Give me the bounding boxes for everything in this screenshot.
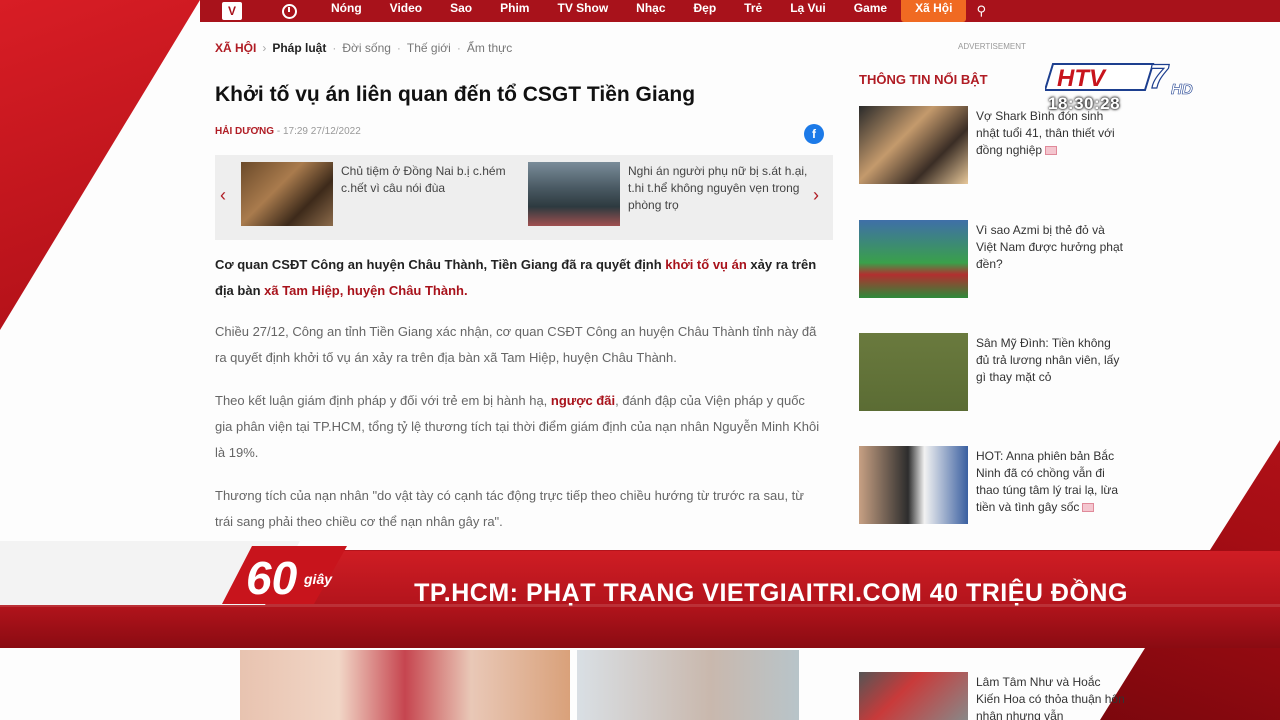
- related-thumbnail[interactable]: [528, 162, 620, 226]
- breadcrumb-other[interactable]: Thế giới: [407, 41, 451, 55]
- article-paragraph: Thương tích của nạn nhân "do vật tày có …: [215, 488, 804, 529]
- broadcast-clock: 18:30:28: [1048, 94, 1121, 113]
- show-logo-number: 60: [246, 552, 298, 604]
- htv7-channel-logo: HTV 7 HD: [1045, 60, 1193, 98]
- article-image-blurred: [240, 650, 570, 720]
- nav-item[interactable]: Phim: [486, 0, 543, 22]
- sidebar-item[interactable]: Vì sao Azmi bị thẻ đỏ và Việt Nam được h…: [859, 220, 1129, 300]
- sidebar-thumbnail[interactable]: [859, 220, 968, 298]
- facebook-share-icon[interactable]: f: [804, 124, 824, 144]
- search-icon[interactable]: ⚲: [976, 3, 986, 19]
- article-paragraph: Chiều 27/12, Công an tỉnh Tiền Giang xác…: [215, 324, 817, 365]
- sidebar-item[interactable]: Sân Mỹ Đình: Tiền không đủ trả lương nhâ…: [859, 333, 1129, 413]
- nav-item[interactable]: Trẻ: [730, 0, 776, 22]
- lead-text: Cơ quan CSĐT Công an huyện Châu Thành, T…: [215, 257, 666, 272]
- nav-item[interactable]: Nóng: [317, 0, 376, 22]
- nav-item[interactable]: Lạ Vui: [776, 0, 840, 22]
- sidebar-item-title[interactable]: Vì sao Azmi bị thẻ đỏ và Việt Nam được h…: [976, 222, 1126, 273]
- sidebar-heading: THÔNG TIN NỔI BẬT: [859, 72, 988, 87]
- article-image-blurred: [577, 650, 799, 720]
- sidebar-thumbnail[interactable]: [859, 106, 968, 184]
- chevron-right-icon: ›: [262, 41, 267, 55]
- nav-item[interactable]: Đẹp: [680, 0, 731, 22]
- sidebar-item[interactable]: Lâm Tâm Như và Hoắc Kiến Hoa có thỏa thu…: [859, 672, 1129, 720]
- nav-item[interactable]: Video: [376, 0, 436, 22]
- sidebar-thumbnail[interactable]: [859, 446, 968, 524]
- site-logo[interactable]: V: [222, 2, 242, 20]
- sidebar-thumbnail[interactable]: [859, 672, 968, 720]
- clock-icon[interactable]: [282, 3, 297, 19]
- article-meta: HẢI DƯƠNG - 17:29 27/12/2022: [215, 126, 361, 137]
- advertisement-label: ADVERTISEMENT: [958, 42, 1026, 51]
- channel-name: HTV: [1057, 65, 1107, 92]
- sidebar-item-text[interactable]: HOT: Anna phiên bản Bắc Ninh đã có chồng…: [976, 449, 1118, 514]
- sidebar-item-title[interactable]: Sân Mỹ Đình: Tiền không đủ trả lương nhâ…: [976, 335, 1126, 386]
- sidebar-item[interactable]: Vợ Shark Bình đón sinh nhật tuổi 41, thâ…: [859, 106, 1129, 186]
- paragraph-link[interactable]: ngược đãi: [551, 393, 615, 408]
- lead-link[interactable]: xã Tam Hiệp, huyện Châu Thành.: [264, 283, 467, 298]
- breadcrumb-other[interactable]: Đời sống: [342, 41, 391, 55]
- carousel-prev-icon[interactable]: ‹: [220, 185, 226, 206]
- article-title: Khởi tố vụ án liên quan đến tổ CSGT Tiền…: [215, 83, 696, 106]
- carousel-next-icon[interactable]: ›: [813, 185, 819, 206]
- related-title[interactable]: Nghi án người phụ nữ bị s.át h.ại, t.hi …: [628, 163, 808, 214]
- lead-link[interactable]: khởi tố vụ án: [665, 257, 746, 272]
- breadcrumb-dot: ·: [332, 41, 337, 55]
- top-navigation: V Nóng Video Sao Phim TV Show Nhạc Đẹp Trẻ Lạ Vu…: [200, 0, 1280, 22]
- article-lead: Cơ quan CSĐT Công an huyện Châu Thành, T…: [215, 252, 825, 304]
- nav-item[interactable]: Game: [840, 0, 901, 22]
- breadcrumb-dot: ·: [396, 41, 401, 55]
- ticker-headline: TP.HCM: PHẠT TRANG VIETGIAITRI.COM 40 TR…: [414, 579, 1128, 607]
- article-datetime: 17:29 27/12/2022: [282, 126, 361, 137]
- nav-item[interactable]: TV Show: [543, 0, 622, 22]
- breadcrumb-category[interactable]: XÃ HỘI: [215, 41, 256, 55]
- sidebar-item-title[interactable]: Lâm Tâm Như và Hoắc Kiến Hoa có thỏa thu…: [976, 674, 1126, 720]
- author-name[interactable]: HẢI DƯƠNG: [215, 126, 274, 137]
- sidebar-item-title[interactable]: Vợ Shark Bình đón sinh nhật tuổi 41, thâ…: [976, 108, 1126, 159]
- paragraph-text: Theo kết luận giám định pháp y đối với t…: [215, 393, 551, 408]
- nav-menu: Nóng Video Sao Phim TV Show Nhạc Đẹp Trẻ Lạ Vui G…: [317, 0, 967, 22]
- sidebar-thumbnail[interactable]: [859, 333, 968, 411]
- sidebar-item[interactable]: HOT: Anna phiên bản Bắc Ninh đã có chồng…: [859, 446, 1129, 526]
- breadcrumb-other[interactable]: Ẩm thực: [467, 41, 512, 55]
- sidebar-item-title[interactable]: HOT: Anna phiên bản Bắc Ninh đã có chồng…: [976, 448, 1126, 516]
- photo-icon: [1082, 503, 1095, 513]
- related-title[interactable]: Chủ tiệm ở Đồng Nai b.ị c.hém c.hết vì c…: [341, 163, 521, 197]
- hd-badge: HD: [1171, 81, 1193, 98]
- article-paragraph: Theo kết luận giám định pháp y đối với t…: [215, 388, 825, 466]
- related-thumbnail[interactable]: [241, 162, 333, 226]
- nav-item[interactable]: Nhạc: [622, 0, 679, 22]
- breadcrumb-dot: ·: [456, 41, 461, 55]
- related-carousel: ‹ Chủ tiệm ở Đồng Nai b.ị c.hém c.hết vì…: [215, 155, 833, 240]
- photo-icon: [1045, 146, 1058, 156]
- channel-number: 7: [1149, 60, 1170, 96]
- nav-item[interactable]: Sao: [436, 0, 486, 22]
- breadcrumb: XÃ HỘI › Pháp luật · Đời sống · Thế giới…: [215, 41, 512, 55]
- nav-item[interactable]: Xã Hội: [901, 0, 967, 22]
- breadcrumb-sub[interactable]: Pháp luật: [272, 41, 326, 55]
